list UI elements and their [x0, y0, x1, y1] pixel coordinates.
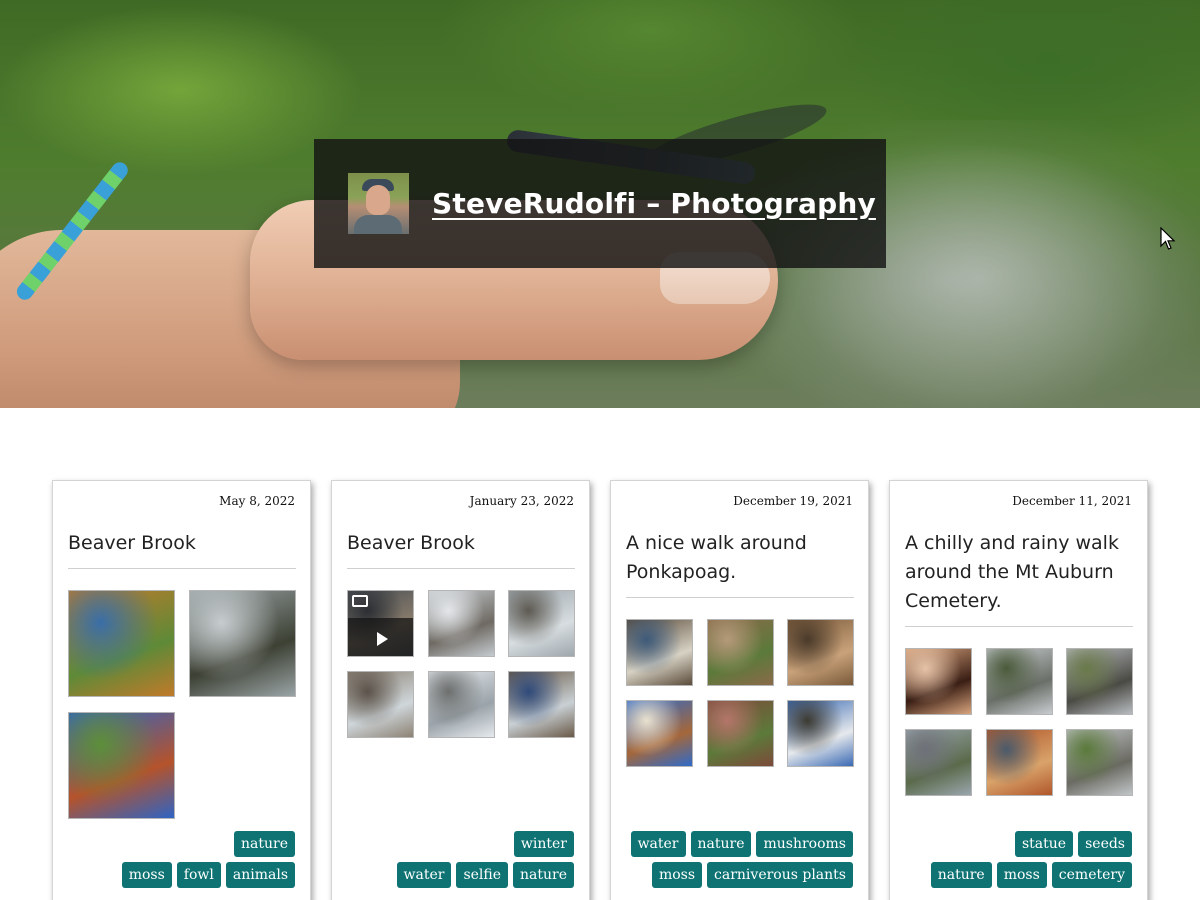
- photo-thumbnail[interactable]: [706, 700, 774, 767]
- photo-thumbnail[interactable]: [68, 712, 175, 819]
- post-title[interactable]: Beaver Brook: [68, 529, 296, 558]
- tag-chip[interactable]: carniverous plants: [707, 862, 853, 888]
- site-title-link[interactable]: SteveRudolfi – Photography: [432, 187, 876, 220]
- tag-chip[interactable]: water: [630, 831, 686, 857]
- tag-list: water selfie nature: [334, 862, 574, 888]
- photo-thumbnail[interactable]: [508, 590, 575, 657]
- post-divider: [626, 597, 854, 598]
- tag-chip[interactable]: nature: [690, 831, 752, 857]
- photo-thumbnail[interactable]: [985, 648, 1053, 715]
- tag-chip[interactable]: mushrooms: [756, 831, 853, 857]
- photo-thumbnail[interactable]: [1066, 729, 1133, 796]
- post-title[interactable]: A nice walk around Ponkapoag.: [626, 529, 854, 587]
- tag-list: nature: [55, 831, 295, 857]
- photo-thumbnail[interactable]: [427, 671, 495, 738]
- tag-chip[interactable]: nature: [234, 831, 295, 857]
- post-card[interactable]: December 11, 2021 A chilly and rainy walk…: [889, 480, 1148, 900]
- tag-list: nature moss cemetery: [892, 862, 1132, 888]
- tag-list: winter: [334, 831, 574, 857]
- photo-thumbnail[interactable]: [626, 619, 693, 686]
- tag-chip[interactable]: seeds: [1078, 831, 1132, 857]
- tag-list: statue seeds: [892, 831, 1132, 857]
- avatar-shirt: [354, 215, 402, 234]
- tag-chip[interactable]: moss: [651, 862, 703, 888]
- photo-thumbnail[interactable]: [508, 671, 575, 738]
- post-title[interactable]: Beaver Brook: [347, 529, 575, 558]
- photo-thumbnail[interactable]: [706, 619, 774, 686]
- post-card[interactable]: May 8, 2022 Beaver Brook nature moss fowl ani…: [52, 480, 311, 900]
- post-card[interactable]: January 23, 2022 Beaver Brook winter water s…: [331, 480, 590, 900]
- post-divider: [347, 568, 575, 569]
- tag-chip[interactable]: water: [396, 862, 452, 888]
- post-divider: [905, 626, 1133, 627]
- photo-thumbnail[interactable]: [189, 590, 296, 697]
- post-grid: May 8, 2022 Beaver Brook nature moss fowl ani…: [52, 480, 1152, 900]
- tag-list: moss carniverous plants: [613, 862, 853, 888]
- video-thumbnail[interactable]: [347, 590, 414, 657]
- tag-chip[interactable]: fowl: [176, 862, 221, 888]
- tag-chip[interactable]: selfie: [456, 862, 509, 888]
- tag-chip[interactable]: cemetery: [1051, 862, 1132, 888]
- play-icon: [377, 632, 388, 646]
- photo-thumbnail[interactable]: [787, 619, 854, 686]
- photo-thumbnail[interactable]: [68, 590, 175, 697]
- post-title[interactable]: A chilly and rainy walk around the Mt Au…: [905, 529, 1133, 616]
- tag-chip[interactable]: animals: [225, 862, 295, 888]
- photo-thumbnail[interactable]: [1066, 648, 1133, 715]
- site-header: SteveRudolfi – Photography: [314, 139, 886, 268]
- avatar-face: [366, 185, 390, 215]
- post-date: May 8, 2022: [219, 494, 295, 508]
- tag-list: moss fowl animals: [55, 862, 295, 888]
- post-divider: [68, 568, 296, 569]
- photo-thumbnail[interactable]: [905, 729, 972, 796]
- tag-chip[interactable]: winter: [513, 831, 574, 857]
- tag-chip[interactable]: nature: [930, 862, 992, 888]
- tv-icon: [352, 595, 368, 607]
- post-date: December 11, 2021: [1012, 494, 1132, 508]
- tag-chip[interactable]: moss: [996, 862, 1047, 888]
- mouse-cursor-icon: [1160, 227, 1176, 250]
- photo-thumbnail[interactable]: [905, 648, 972, 715]
- post-date: December 19, 2021: [733, 494, 853, 508]
- photo-thumbnail[interactable]: [985, 729, 1053, 796]
- post-date: January 23, 2022: [469, 494, 574, 508]
- post-card[interactable]: December 19, 2021 A nice walk around Ponk…: [610, 480, 869, 900]
- photo-thumbnail[interactable]: [427, 590, 495, 657]
- tag-chip[interactable]: statue: [1015, 831, 1074, 857]
- avatar[interactable]: [348, 173, 409, 234]
- photo-thumbnail[interactable]: [347, 671, 414, 738]
- photo-thumbnail[interactable]: [787, 700, 854, 767]
- photo-thumbnail[interactable]: [626, 700, 693, 767]
- tag-chip[interactable]: nature: [513, 862, 574, 888]
- tag-list: water nature mushrooms: [613, 831, 853, 857]
- tag-chip[interactable]: moss: [121, 862, 172, 888]
